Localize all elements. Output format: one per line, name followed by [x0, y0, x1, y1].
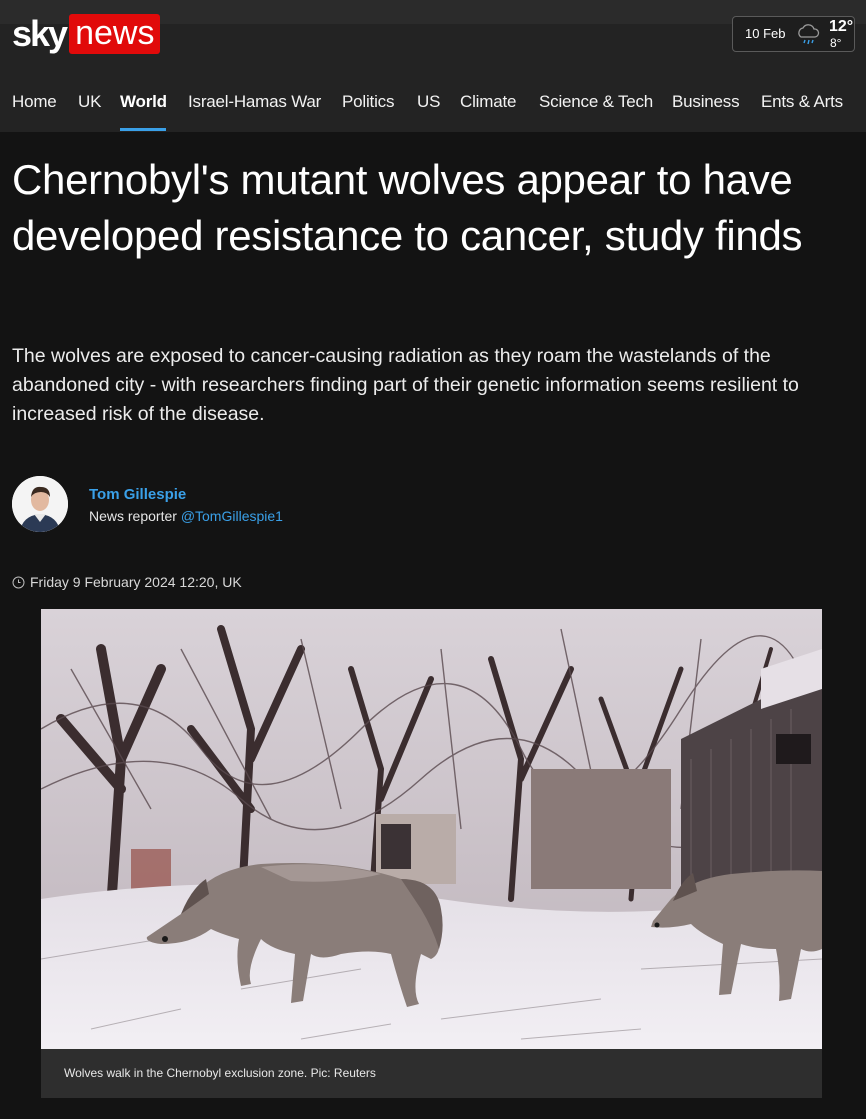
image-caption: Wolves walk in the Chernobyl exclusion z…: [41, 1049, 822, 1098]
nav-item-ents-arts[interactable]: Ents & Arts: [761, 92, 843, 112]
author-role: News reporter @TomGillespie1: [89, 508, 283, 524]
weather-high-temp: 12°: [829, 18, 854, 35]
article-headline: Chernobyl's mutant wolves appear to have…: [12, 156, 803, 259]
author-portrait-icon: [12, 476, 68, 532]
weather-date: 10 Feb: [745, 26, 786, 41]
site-header: sky news 10 Feb 12° 8° Home UK World Isr…: [0, 0, 866, 132]
author-role-text: News reporter: [89, 508, 177, 524]
nav-item-us[interactable]: US: [417, 92, 440, 112]
nav-item-israel-hamas-war[interactable]: Israel-Hamas War: [188, 92, 321, 112]
timestamp-text: Friday 9 February 2024 12:20, UK: [30, 574, 242, 590]
main-nav: Home UK World Israel-Hamas War Politics …: [0, 88, 866, 132]
weather-low-temp: 8°: [830, 36, 842, 50]
author-avatar[interactable]: [12, 476, 68, 532]
nav-item-world[interactable]: World: [120, 92, 167, 112]
nav-item-business[interactable]: Business: [672, 92, 740, 112]
author-block: Tom Gillespie News reporter @TomGillespi…: [12, 476, 512, 536]
logo-news-text: news: [69, 14, 161, 54]
rain-cloud-icon: [798, 24, 820, 45]
author-name-link[interactable]: Tom Gillespie: [89, 486, 186, 503]
active-nav-indicator: [120, 128, 166, 131]
image-caption-text: Wolves walk in the Chernobyl exclusion z…: [64, 1066, 376, 1080]
logo-sky-text: sky: [12, 13, 68, 54]
nav-item-science-tech[interactable]: Science & Tech: [539, 92, 653, 112]
clock-icon: [12, 576, 25, 588]
article-hero-image[interactable]: [41, 609, 822, 1049]
article-timestamp: Friday 9 February 2024 12:20, UK: [12, 574, 242, 590]
author-twitter-handle[interactable]: @TomGillespie1: [181, 508, 283, 524]
nav-item-climate[interactable]: Climate: [460, 92, 516, 112]
weather-widget[interactable]: 10 Feb 12° 8°: [732, 16, 855, 52]
nav-item-home[interactable]: Home: [12, 92, 57, 112]
nav-item-uk[interactable]: UK: [78, 92, 101, 112]
wolves-in-snow-image: [41, 609, 822, 1049]
article-standfirst: The wolves are exposed to cancer-causing…: [12, 345, 799, 425]
sky-news-logo[interactable]: sky news: [12, 13, 161, 54]
nav-item-politics[interactable]: Politics: [342, 92, 394, 112]
